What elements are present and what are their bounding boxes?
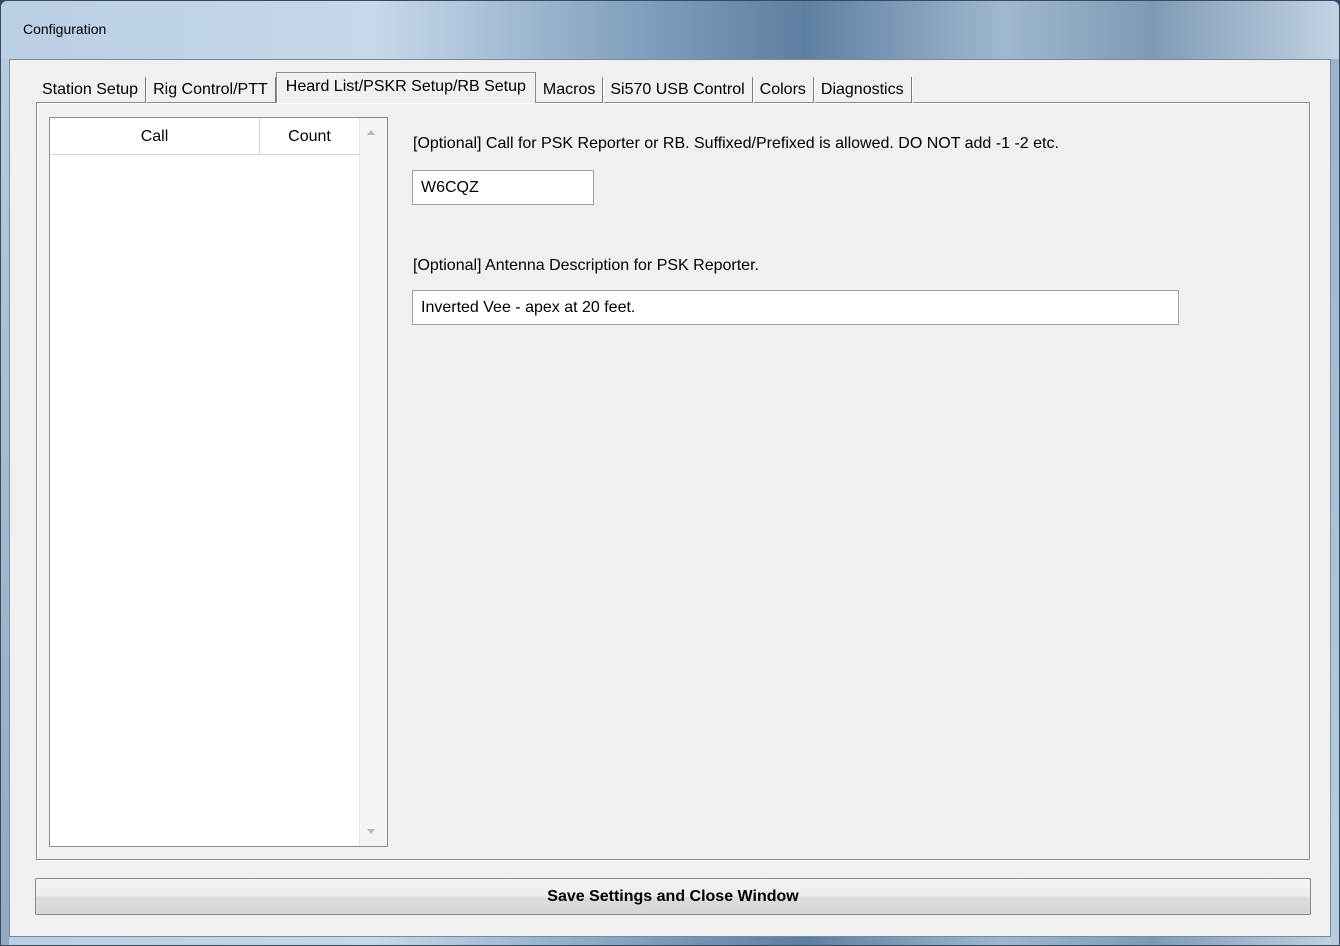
scroll-up-arrow-icon[interactable] bbox=[367, 130, 375, 135]
tab-macros[interactable]: Macros bbox=[536, 77, 604, 103]
heard-list-grid[interactable]: Call Count bbox=[49, 117, 388, 847]
tab-heard-list-pskr-rb-setup[interactable]: Heard List/PSKR Setup/RB Setup bbox=[275, 72, 536, 103]
antenna-description-input[interactable] bbox=[412, 290, 1179, 325]
column-header-count[interactable]: Count bbox=[260, 118, 360, 154]
pskr-call-label: [Optional] Call for PSK Reporter or RB. … bbox=[413, 135, 1059, 152]
tab-colors[interactable]: Colors bbox=[753, 77, 814, 103]
window-frame-left bbox=[1, 59, 9, 945]
heard-list-scrollbar[interactable] bbox=[359, 118, 387, 846]
tab-si570-usb-control[interactable]: Si570 USB Control bbox=[603, 77, 753, 103]
tab-station-setup[interactable]: Station Setup bbox=[35, 77, 147, 103]
window-frame-right bbox=[1331, 59, 1339, 945]
save-settings-close-button[interactable]: Save Settings and Close Window bbox=[35, 878, 1311, 915]
scroll-down-arrow-icon[interactable] bbox=[367, 829, 375, 834]
title-bar[interactable]: Configuration bbox=[1, 1, 1339, 59]
tab-strip: Station Setup Rig Control/PTT Heard List… bbox=[35, 72, 912, 103]
pskr-call-input[interactable] bbox=[412, 170, 594, 205]
column-header-call[interactable]: Call bbox=[50, 118, 260, 154]
antenna-description-label: [Optional] Antenna Description for PSK R… bbox=[413, 257, 759, 274]
heard-list-header: Call Count bbox=[50, 118, 360, 155]
tab-rig-control-ptt[interactable]: Rig Control/PTT bbox=[146, 77, 276, 103]
window-title: Configuration bbox=[23, 21, 107, 37]
tab-diagnostics[interactable]: Diagnostics bbox=[814, 77, 912, 103]
